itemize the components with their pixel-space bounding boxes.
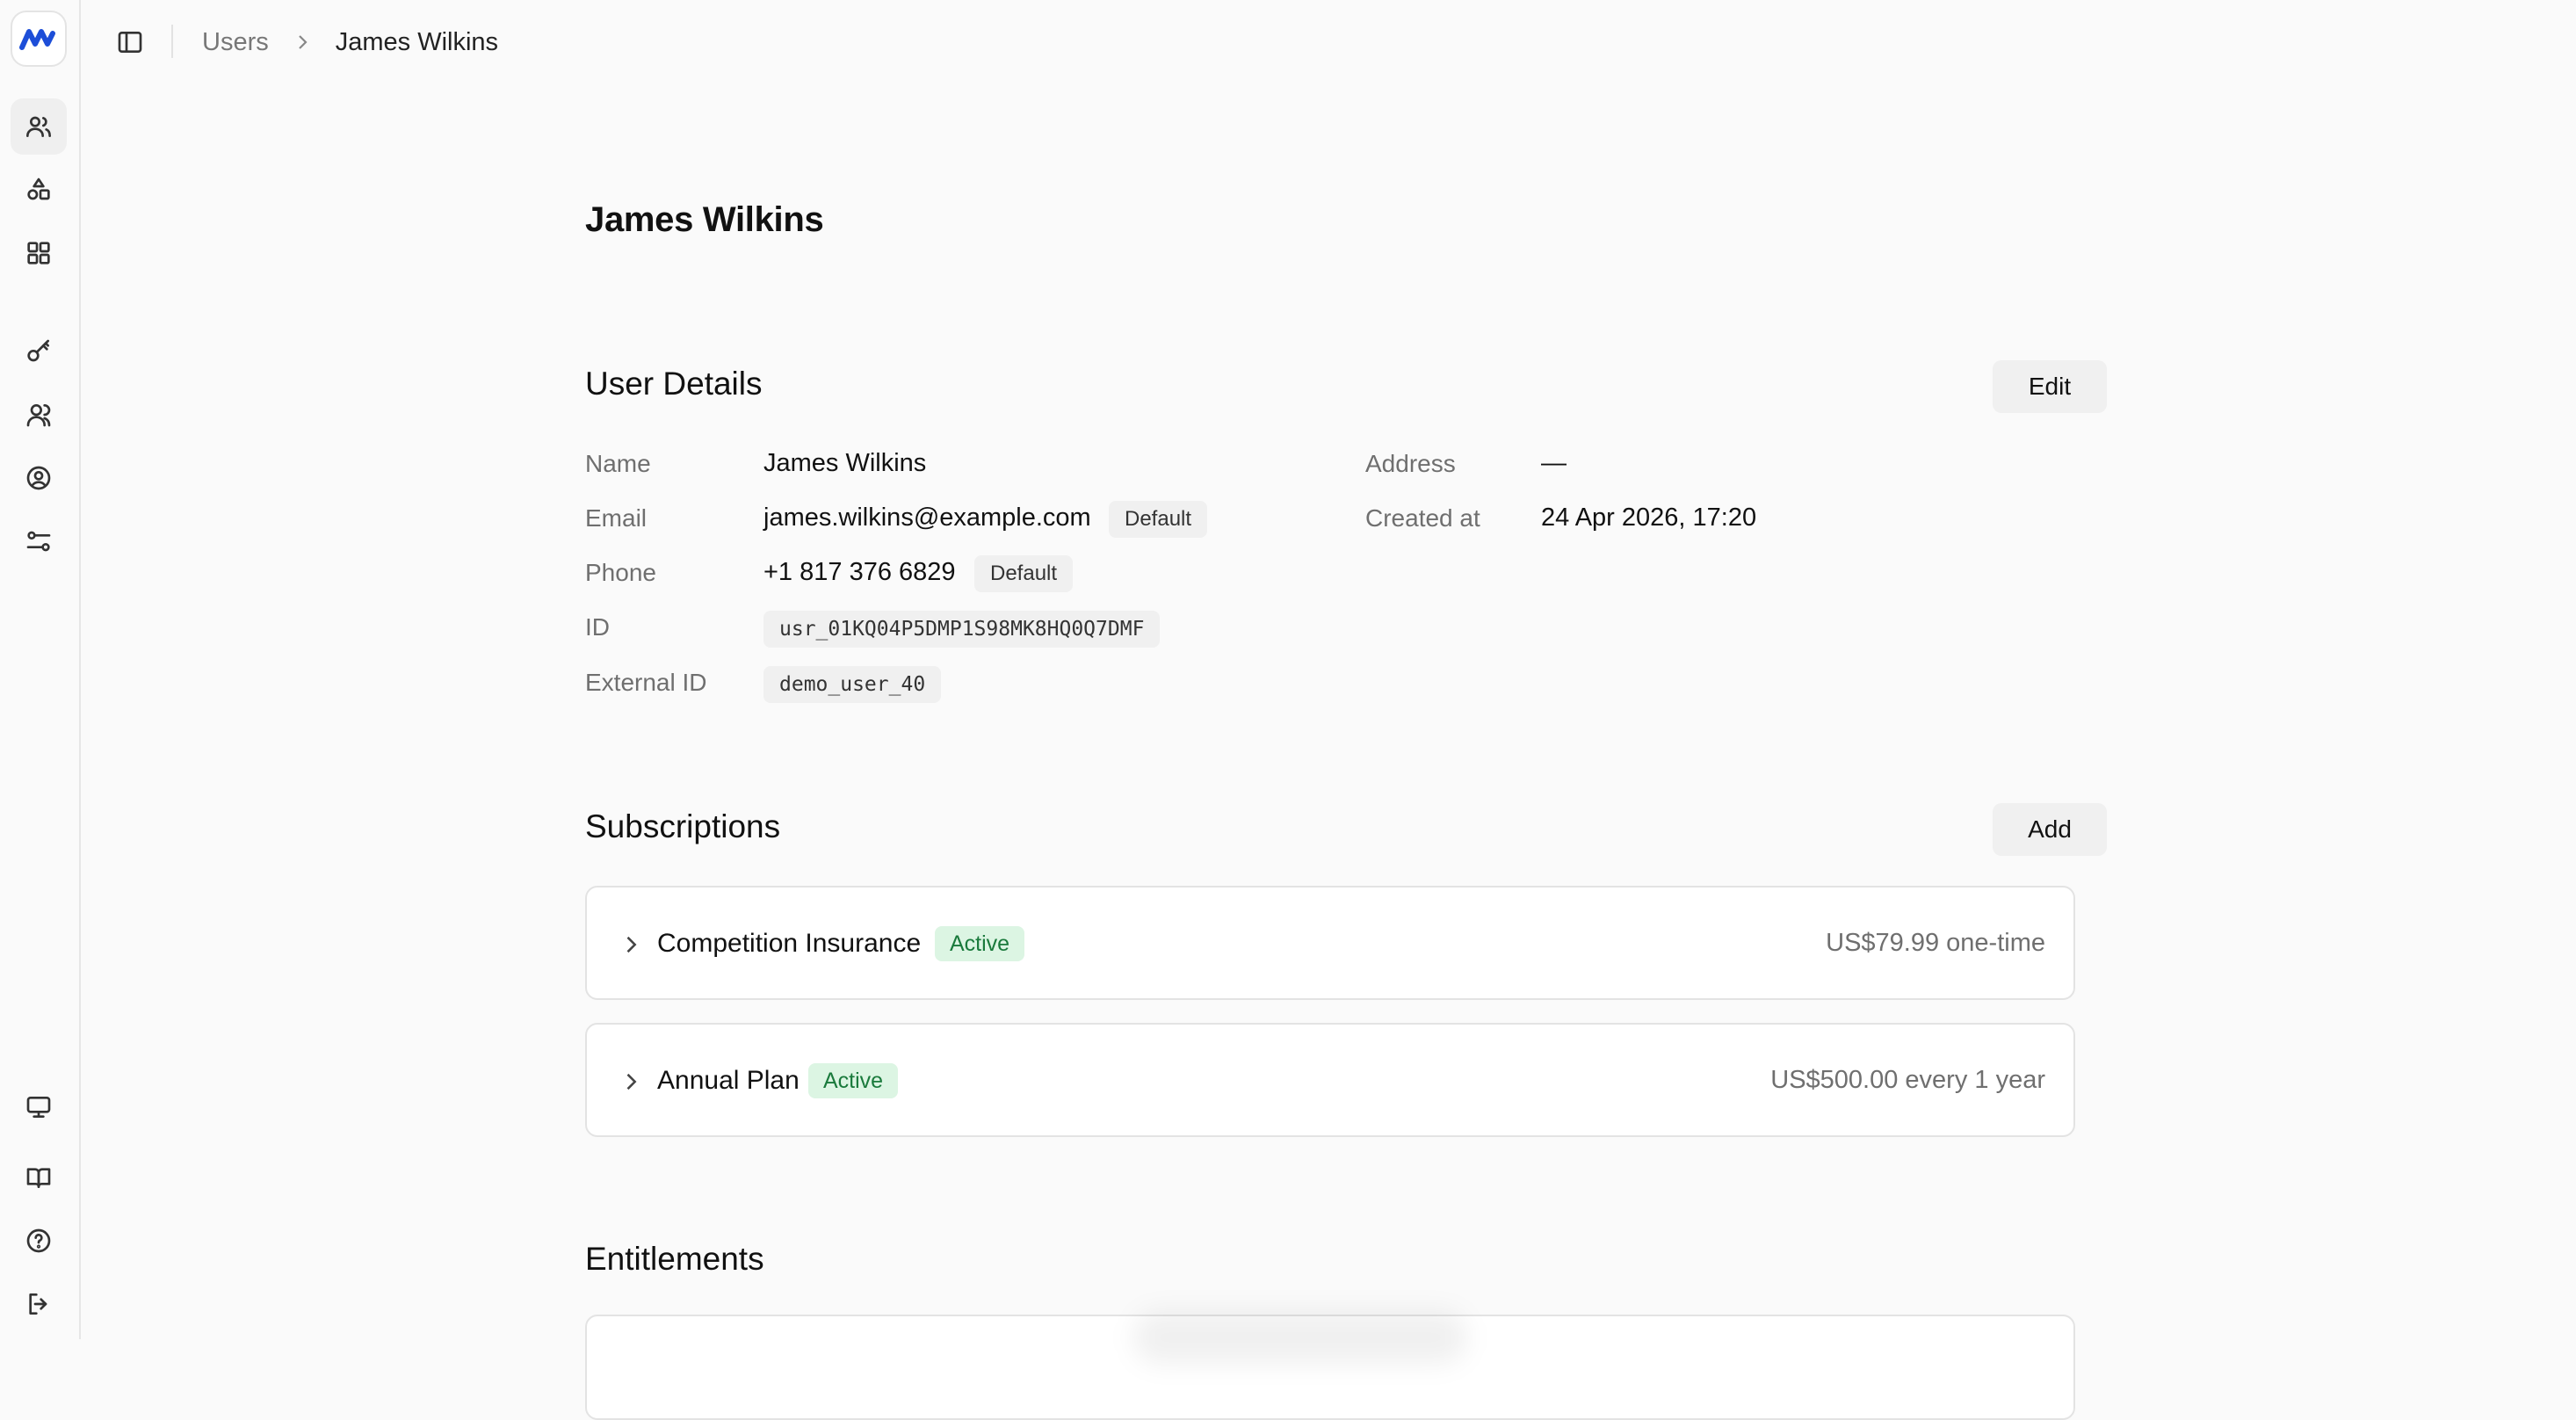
page-title: James Wilkins	[585, 200, 824, 239]
user-circle-icon	[26, 466, 51, 490]
breadcrumb-users-link[interactable]: Users	[202, 28, 269, 57]
shapes-icon	[27, 178, 50, 200]
chevron-right-icon	[292, 32, 313, 53]
help-icon	[26, 1228, 51, 1253]
nav-logout[interactable]	[11, 1276, 67, 1332]
nav-account[interactable]	[11, 450, 67, 506]
subscription-name: Annual Plan	[657, 1066, 800, 1095]
nav-products[interactable]	[11, 162, 67, 218]
address-label: Address	[1365, 450, 1456, 477]
breadcrumb-current: James Wilkins	[335, 27, 499, 56]
users-icon	[26, 116, 51, 137]
external-id-value: demo_user_40	[763, 666, 942, 703]
subscription-price: US$500.00 every 1 year	[1770, 1066, 2045, 1094]
subscription-name: Competition Insurance	[657, 929, 922, 958]
phone-label: Phone	[585, 559, 656, 586]
settings-sliders-icon	[26, 531, 51, 552]
name-value: James Wilkins	[763, 449, 927, 477]
grid-icon	[27, 242, 50, 264]
subscription-price: US$79.99 one-time	[1826, 929, 2045, 957]
created-at-value: 24 Apr 2026, 17:20	[1541, 504, 1757, 532]
toast-shadow	[1133, 1311, 1467, 1364]
breadcrumb: Users James Wilkins	[202, 25, 498, 60]
external-id-label: External ID	[585, 669, 707, 696]
entitlements-title: Entitlements	[585, 1241, 764, 1277]
email-default-badge: Default	[1109, 501, 1208, 538]
nav-users[interactable]	[11, 98, 67, 155]
nav-apps[interactable]	[11, 225, 67, 281]
nav-api-keys[interactable]	[11, 323, 67, 380]
sidebar-toggle-button[interactable]	[114, 26, 146, 58]
chevron-right-icon	[619, 1069, 643, 1094]
key-icon	[27, 339, 49, 362]
panel-left-icon	[118, 32, 142, 53]
id-label: ID	[585, 613, 610, 641]
status-badge: Active	[935, 926, 1025, 961]
monitor-icon	[26, 1097, 51, 1118]
app-logo[interactable]	[11, 11, 67, 67]
user-details-title: User Details	[585, 366, 763, 402]
email-label: Email	[585, 504, 648, 532]
email-value: james.wilkins@example.com	[763, 504, 1091, 532]
add-subscription-button[interactable]: Add	[1993, 803, 2107, 856]
nav-team[interactable]	[11, 387, 67, 443]
created-at-label: Created at	[1365, 504, 1480, 532]
subscription-card[interactable]: Annual Plan Active US$500.00 every 1 yea…	[585, 1023, 2075, 1137]
phone-default-badge: Default	[974, 555, 1074, 592]
nav-help[interactable]	[11, 1213, 67, 1269]
sidebar	[0, 0, 81, 1339]
status-badge: Active	[808, 1063, 899, 1098]
subscriptions-title: Subscriptions	[585, 808, 781, 844]
team-icon	[26, 404, 51, 427]
chevron-right-icon	[619, 932, 643, 957]
address-value: —	[1541, 449, 1567, 477]
user-id-value: usr_01KQ04P5DMP1S98MK8HQ0Q7DMF	[763, 611, 1161, 648]
name-label: Name	[585, 450, 651, 477]
phone-value: +1 817 376 6829	[763, 558, 956, 586]
edit-button[interactable]: Edit	[1993, 360, 2107, 413]
nav-docs[interactable]	[11, 1149, 67, 1206]
book-icon	[26, 1168, 51, 1188]
nav-devices[interactable]	[11, 1079, 67, 1135]
subscription-card[interactable]: Competition Insurance Active US$79.99 on…	[585, 886, 2075, 1000]
topbar-divider	[171, 25, 173, 58]
logo-mark-icon	[19, 29, 55, 50]
logout-icon	[29, 1293, 47, 1315]
nav-settings[interactable]	[11, 513, 67, 569]
